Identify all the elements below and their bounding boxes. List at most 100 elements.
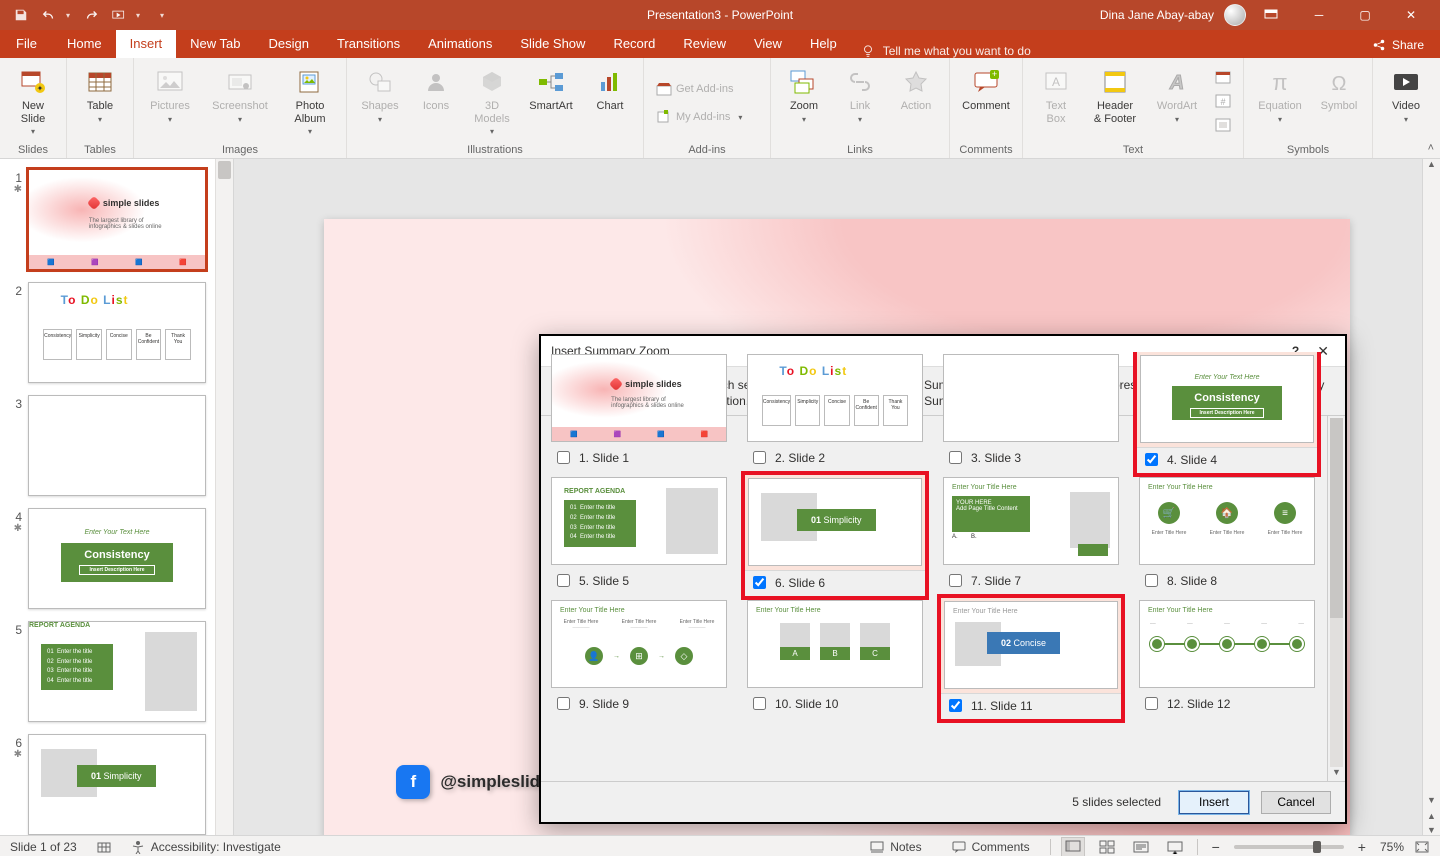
dialog-slide-caption[interactable]: 2. Slide 2: [747, 442, 923, 471]
dialog-slide-checkbox[interactable]: [949, 451, 962, 464]
dialog-slide-checkbox[interactable]: [1145, 453, 1158, 466]
photo-album-button[interactable]: Photo Album▾: [282, 62, 338, 136]
wordart-button[interactable]: AWordArt▾: [1149, 62, 1205, 124]
pictures-button[interactable]: Pictures▾: [142, 62, 198, 124]
slide-thumbnail[interactable]: 5 REPORT AGENDA 01 Enter the title02 Ent…: [6, 621, 227, 722]
zoom-slider[interactable]: [1234, 845, 1344, 849]
dialog-slide-caption[interactable]: 1. Slide 1: [551, 442, 727, 471]
user-avatar[interactable]: [1224, 4, 1246, 26]
dialog-slide-caption[interactable]: 10. Slide 10: [747, 688, 923, 717]
video-button[interactable]: Video▾: [1381, 62, 1431, 124]
dialog-slide-cell[interactable]: 01 Simplicity 6. Slide 6: [747, 477, 923, 596]
equation-button[interactable]: πEquation▾: [1252, 62, 1308, 124]
reading-view-button[interactable]: [1129, 837, 1153, 856]
slide-thumbnail[interactable]: 2 To Do List ConsistencySimplicityConcis…: [6, 282, 227, 383]
dialog-slide-caption[interactable]: 4. Slide 4: [1139, 444, 1315, 473]
tab-review[interactable]: Review: [669, 29, 740, 58]
chart-button[interactable]: Chart: [585, 62, 635, 113]
dialog-slide-caption[interactable]: 7. Slide 7: [943, 565, 1119, 594]
dialog-slide-checkbox[interactable]: [949, 699, 962, 712]
date-time-icon[interactable]: [1211, 68, 1235, 86]
object-icon[interactable]: [1211, 116, 1235, 134]
dialog-slide-caption[interactable]: 12. Slide 12: [1139, 688, 1315, 717]
3d-models-button[interactable]: 3D Models▾: [467, 62, 517, 136]
dialog-slide-cell[interactable]: To Do List ConsistencySimplicityConciseB…: [747, 354, 923, 473]
close-button[interactable]: ✕: [1388, 0, 1434, 30]
table-button[interactable]: Table▾: [75, 62, 125, 124]
redo-icon[interactable]: [84, 8, 98, 22]
link-button[interactable]: Link▾: [835, 62, 885, 124]
text-box-button[interactable]: AText Box: [1031, 62, 1081, 125]
dialog-scrollbar[interactable]: ▼: [1327, 416, 1345, 781]
fit-to-window-button[interactable]: [1414, 840, 1430, 854]
tab-newtab[interactable]: New Tab: [176, 29, 254, 58]
maximize-button[interactable]: ▢: [1342, 0, 1388, 30]
dialog-slide-cell[interactable]: Enter Your Title Here 02 Concise 11. Sli…: [943, 600, 1119, 719]
dialog-slide-caption[interactable]: 11. Slide 11: [943, 690, 1119, 719]
status-slide-number[interactable]: Slide 1 of 23: [0, 840, 87, 854]
comment-button[interactable]: +Comment: [958, 62, 1014, 113]
normal-view-button[interactable]: [1061, 837, 1085, 856]
dialog-slide-checkbox[interactable]: [753, 451, 766, 464]
dialog-slide-checkbox[interactable]: [753, 697, 766, 710]
save-icon[interactable]: [14, 8, 28, 22]
symbol-button[interactable]: ΩSymbol: [1314, 62, 1364, 113]
zoom-button[interactable]: Zoom▾: [779, 62, 829, 124]
tab-animations[interactable]: Animations: [414, 29, 506, 58]
dialog-slide-cell[interactable]: 3. Slide 3: [943, 354, 1119, 473]
slide-thumbnail[interactable]: 1✱ simple slides The largest library ofi…: [6, 169, 227, 270]
slide-sorter-view-button[interactable]: [1095, 837, 1119, 856]
dialog-slide-cell[interactable]: Enter Your Text Here ConsistencyInsert D…: [1139, 354, 1315, 473]
ribbon-display-options-icon[interactable]: [1264, 9, 1278, 21]
comments-button[interactable]: Comments: [942, 840, 1040, 854]
zoom-out-button[interactable]: −: [1208, 839, 1224, 855]
tell-me[interactable]: Tell me what you want to do: [861, 44, 1031, 58]
dialog-slide-cell[interactable]: Enter Your Title Here ABC 10. Slide 10: [747, 600, 923, 719]
icons-button[interactable]: Icons: [411, 62, 461, 113]
thumbnail-scrollbar[interactable]: ▲: [215, 159, 233, 835]
tab-design[interactable]: Design: [255, 29, 323, 58]
canvas-scrollbar[interactable]: ▲ ▼ ▲ ▼: [1422, 159, 1440, 835]
dialog-slide-cell[interactable]: Enter Your Title Here YOUR HEREAdd Page …: [943, 477, 1119, 596]
tab-file[interactable]: File: [0, 29, 53, 58]
tab-help[interactable]: Help: [796, 29, 851, 58]
slide-thumbnail[interactable]: 4✱ Enter Your Text Here ConsistencyInser…: [6, 508, 227, 609]
user-name[interactable]: Dina Jane Abay-abay: [1100, 8, 1214, 22]
dialog-slide-cell[interactable]: Enter Your Title Here 🛒🏠≡ Enter Title He…: [1139, 477, 1315, 596]
tab-home[interactable]: Home: [53, 29, 116, 58]
notes-button[interactable]: Notes: [860, 840, 931, 854]
dialog-slide-cell[interactable]: simple slides The largest library ofinfo…: [551, 354, 727, 473]
status-language-icon[interactable]: [87, 840, 121, 854]
dialog-insert-button[interactable]: Insert: [1179, 791, 1249, 814]
tab-view[interactable]: View: [740, 29, 796, 58]
dialog-slide-cell[interactable]: REPORT AGENDA 01 Enter the title02 Enter…: [551, 477, 727, 596]
tab-transitions[interactable]: Transitions: [323, 29, 414, 58]
slide-number-icon[interactable]: #: [1211, 92, 1235, 110]
slide-thumbnail[interactable]: 3: [6, 395, 227, 496]
minimize-button[interactable]: ─: [1296, 0, 1342, 30]
dialog-slide-caption[interactable]: 5. Slide 5: [551, 565, 727, 594]
dialog-slide-caption[interactable]: 9. Slide 9: [551, 688, 727, 717]
zoom-percent[interactable]: 75%: [1380, 840, 1404, 854]
dialog-slide-caption[interactable]: 3. Slide 3: [943, 442, 1119, 471]
status-accessibility[interactable]: Accessibility: Investigate: [121, 840, 291, 854]
dialog-cancel-button[interactable]: Cancel: [1261, 791, 1331, 814]
share-button[interactable]: Share: [1356, 32, 1440, 58]
get-addins-button[interactable]: Get Add-ins: [652, 80, 737, 98]
dialog-slide-caption[interactable]: 8. Slide 8: [1139, 565, 1315, 594]
new-slide-button[interactable]: ✦New Slide▾: [8, 62, 58, 136]
slide-thumbnail[interactable]: 6✱ 01 Simplicity: [6, 734, 227, 835]
tab-insert[interactable]: Insert: [116, 29, 177, 58]
dialog-slide-checkbox[interactable]: [557, 451, 570, 464]
qat-customize-icon[interactable]: ▾: [160, 11, 164, 20]
zoom-in-button[interactable]: +: [1354, 839, 1370, 855]
dialog-slide-checkbox[interactable]: [1145, 574, 1158, 587]
undo-icon[interactable]: [42, 8, 56, 22]
ribbon-collapse-icon[interactable]: ˄: [1428, 142, 1434, 154]
dialog-slide-cell[interactable]: Enter Your Title Here ────────── 12. Sli…: [1139, 600, 1315, 719]
dialog-slide-checkbox[interactable]: [557, 574, 570, 587]
dialog-slide-cell[interactable]: Enter Your Title Here Enter Title Here──…: [551, 600, 727, 719]
dialog-slide-checkbox[interactable]: [557, 697, 570, 710]
smartart-button[interactable]: SmartArt: [523, 62, 579, 113]
shapes-button[interactable]: Shapes▾: [355, 62, 405, 124]
